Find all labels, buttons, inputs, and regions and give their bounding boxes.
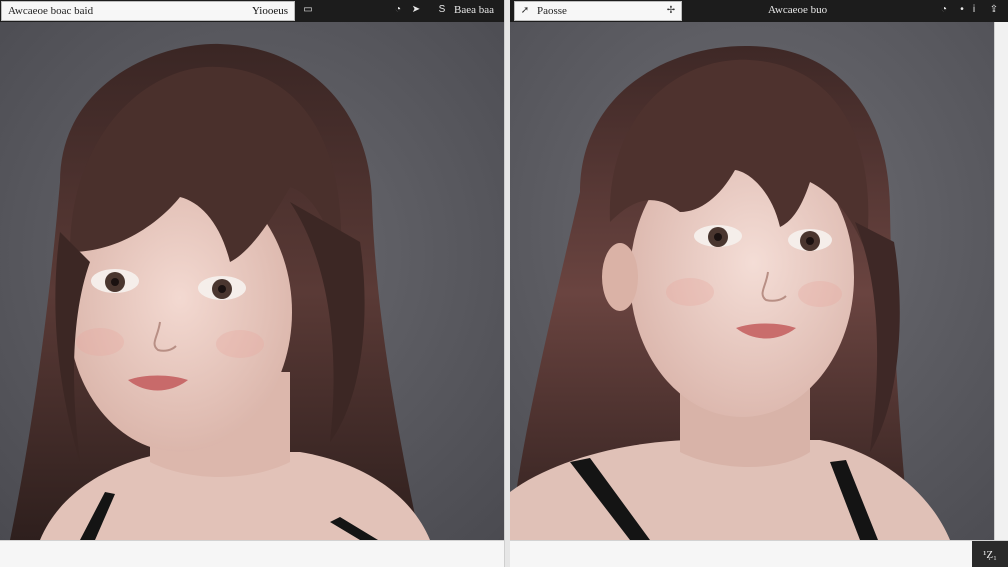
s-icon[interactable]: S — [436, 4, 448, 16]
left-image-viewport[interactable] — [0, 22, 506, 540]
right-portrait-image — [510, 22, 994, 540]
left-search-text: Awcaeoe boac baid — [8, 5, 94, 17]
clock-icon[interactable]: ◔ — [938, 4, 950, 16]
clock-icon[interactable]: ◔ — [392, 4, 404, 16]
right-window-title: Awcaeoe buo — [768, 4, 828, 16]
right-viewer-pane: ➚ Paosse ✢ Awcaeoe buo ◔ • ⅰ ⇪ ¹Ẓ₁ — [510, 0, 1008, 567]
cursor-icon[interactable]: ➚ — [519, 5, 531, 17]
right-image-viewport[interactable] — [510, 22, 994, 540]
left-toolbar: Awcaeoe boac baid Yiooeus ▭ ◔ ➤ S Baea b… — [0, 0, 506, 22]
pin-icon[interactable]: ➤ — [410, 4, 422, 16]
pin-icon[interactable]: ✢ — [665, 5, 677, 17]
image-icon[interactable]: ▭ — [302, 4, 314, 16]
left-portrait-image — [0, 22, 504, 540]
corner-toggle-button[interactable]: ¹Ẓ₁ — [972, 541, 1008, 567]
info-icon[interactable]: ⅰ — [968, 4, 980, 16]
left-status-bar — [0, 540, 506, 567]
left-toolbar-label[interactable]: Baea baa — [454, 4, 494, 16]
upload-icon[interactable]: ⇪ — [988, 4, 1000, 16]
right-toolbar: ➚ Paosse ✢ Awcaeoe buo ◔ • ⅰ ⇪ — [510, 0, 1008, 22]
dot-icon[interactable]: • — [956, 4, 968, 16]
dual-image-viewer: Awcaeoe boac baid Yiooeus ▭ ◔ ➤ S Baea b… — [0, 0, 1008, 567]
left-field-value: Yiooeus — [251, 5, 288, 17]
right-search-text: Paosse — [537, 5, 567, 17]
right-search-field[interactable]: ➚ Paosse ✢ — [514, 1, 682, 21]
right-status-bar: ¹Ẓ₁ — [510, 540, 1008, 567]
left-viewer-pane: Awcaeoe boac baid Yiooeus ▭ ◔ ➤ S Baea b… — [0, 0, 506, 567]
right-scrollbar[interactable] — [994, 22, 1008, 540]
left-search-field[interactable]: Awcaeoe boac baid Yiooeus — [1, 1, 295, 21]
